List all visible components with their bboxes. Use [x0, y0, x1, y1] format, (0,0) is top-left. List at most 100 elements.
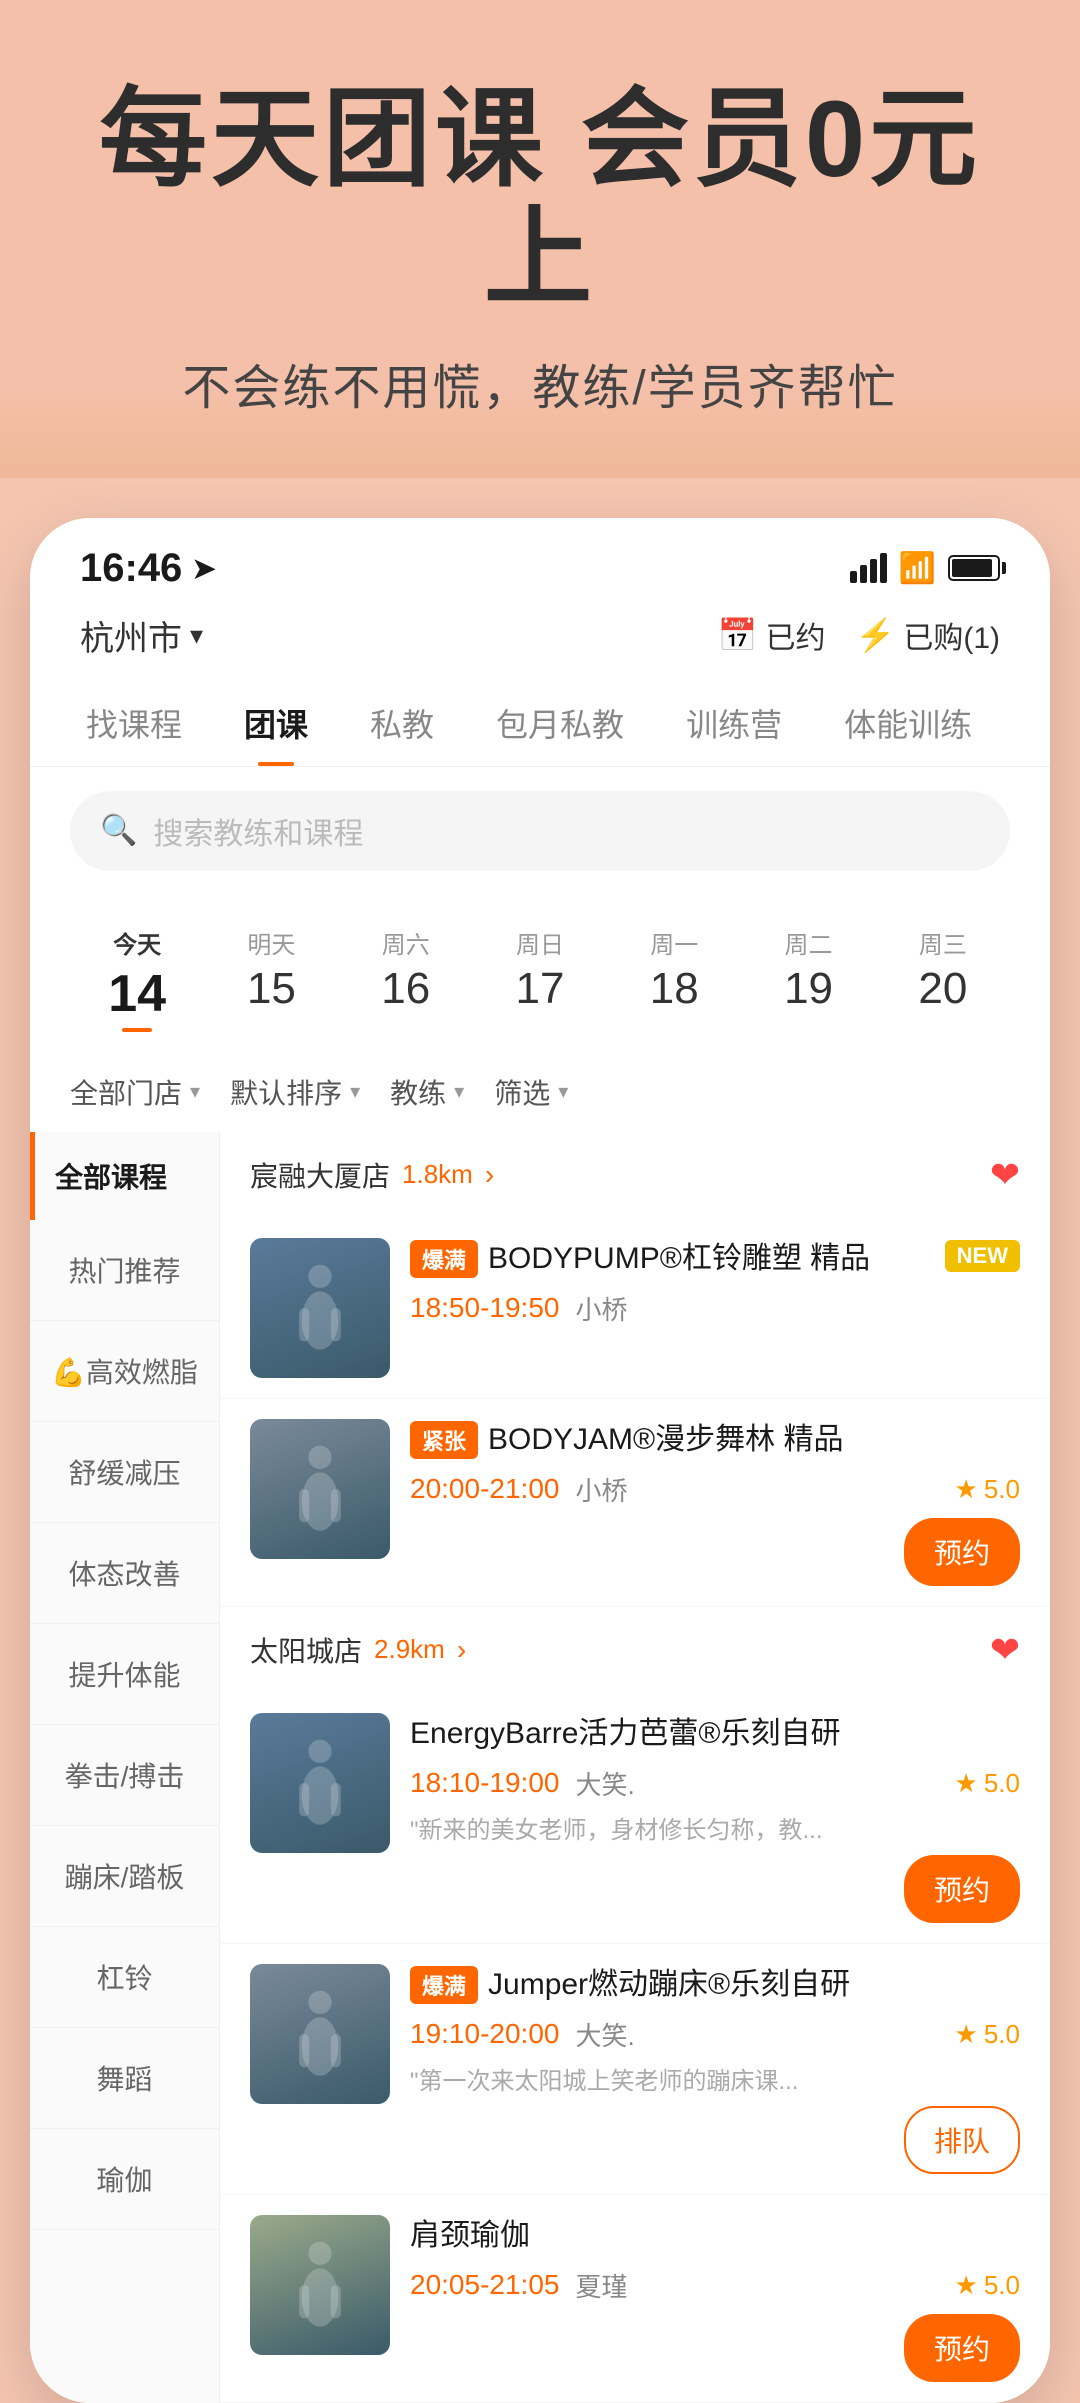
hero-section: 每天团课 会员0元上 不会练不用慌，教练/学员齐帮忙: [0, 0, 1080, 478]
course-coach-1-1: 大笑.: [575, 2016, 634, 2053]
course-rating-1-1: ★5.0: [955, 2019, 1020, 2050]
favorite-icon-1[interactable]: ❤: [990, 1629, 1020, 1671]
calendar-check-icon: 📅: [718, 616, 758, 654]
tab-私教[interactable]: 私教: [344, 680, 460, 766]
store-distance-1: 2.9km: [374, 1634, 445, 1665]
status-icons: 📶: [850, 551, 1000, 586]
filter-1[interactable]: 默认排序 ▾: [230, 1072, 360, 1112]
date-item-18[interactable]: 周一18: [607, 915, 741, 1042]
course-card-0-0: 爆满BODYPUMP®杠铃雕塑 精品NEW 18:50-19:50 小桥: [220, 1218, 1050, 1399]
hero-title: 每天团课 会员0元上: [60, 80, 1020, 318]
course-info-1-0: EnergyBarre活力芭蕾®乐刻自研 18:10-19:00 大笑. ★5.…: [410, 1713, 1020, 1923]
course-action-btn-1-1[interactable]: 排队: [904, 2106, 1020, 2174]
course-coach-0-0: 小桥: [575, 1290, 627, 1327]
course-thumb-1-0: [250, 1713, 390, 1853]
course-name-1-1: Jumper燃动蹦床®乐刻自研: [488, 1964, 850, 2006]
sidebar-item-3[interactable]: 体态改善: [30, 1523, 219, 1624]
course-name-0-0: BODYPUMP®杠铃雕塑 精品: [488, 1238, 870, 1280]
course-badge-0-1: 紧张: [410, 1421, 478, 1459]
tab-团课[interactable]: 团课: [218, 680, 334, 766]
sidebar-item-6[interactable]: 蹦床/踏板: [30, 1826, 219, 1927]
favorite-icon-0[interactable]: ❤: [990, 1154, 1020, 1196]
chevron-down-icon: ▾: [350, 1079, 360, 1104]
sidebar-item-7[interactable]: 杠铃: [30, 1927, 219, 2028]
search-icon: 🔍: [100, 813, 137, 848]
course-card-1-2: 肩颈瑜伽 20:05-21:05 夏瑾 ★5.0预约: [220, 2195, 1050, 2403]
sidebar-item-0[interactable]: 热门推荐: [30, 1220, 219, 1321]
date-item-16[interactable]: 周六16: [339, 915, 473, 1042]
course-time-1-1: 19:10-20:00: [410, 2018, 559, 2050]
course-badge-0-0: 爆满: [410, 1240, 478, 1278]
sidebar-header-label: 全部课程: [55, 1156, 167, 1196]
sidebar-item-4[interactable]: 提升体能: [30, 1624, 219, 1725]
course-card-0-1: 紧张BODYJAM®漫步舞林 精品 20:00-21:00 小桥 ★5.0预约: [220, 1399, 1050, 1607]
course-time-1-2: 20:05-21:05: [410, 2269, 559, 2301]
status-bar: 16:46 ➤ 📶: [30, 518, 1050, 601]
course-coach-0-1: 小桥: [575, 1471, 627, 1508]
course-name-0-1: BODYJAM®漫步舞林 精品: [488, 1419, 843, 1461]
course-thumb-0-1: [250, 1419, 390, 1559]
date-item-15[interactable]: 明天15: [204, 915, 338, 1042]
course-action-btn-1-2[interactable]: 预约: [904, 2314, 1020, 2382]
course-name-1-0: EnergyBarre活力芭蕾®乐刻自研: [410, 1713, 841, 1755]
course-info-0-0: 爆满BODYPUMP®杠铃雕塑 精品NEW 18:50-19:50 小桥: [410, 1238, 1020, 1327]
location-selector[interactable]: 杭州市 ▾: [80, 611, 203, 660]
phone-frame: 16:46 ➤ 📶 杭州市 ▾ 📅 已约: [30, 518, 1050, 2403]
filter-3[interactable]: 筛选▾: [494, 1072, 568, 1112]
star-icon: ★: [955, 2270, 978, 2301]
store-header-1: 太阳城店 2.9km › ❤: [220, 1607, 1050, 1693]
sidebar-item-8[interactable]: 舞蹈: [30, 2028, 219, 2129]
course-card-1-1: 爆满Jumper燃动蹦床®乐刻自研 19:10-20:00 大笑. ★5.0"第…: [220, 1944, 1050, 2195]
store-info-1[interactable]: 太阳城店 2.9km ›: [250, 1630, 466, 1670]
wifi-icon: 📶: [899, 551, 936, 586]
course-name-1-2: 肩颈瑜伽: [410, 2215, 530, 2257]
search-placeholder: 搜索教练和课程: [153, 809, 363, 853]
date-item-20[interactable]: 周三20: [876, 915, 1010, 1042]
course-time-1-0: 18:10-19:00: [410, 1767, 559, 1799]
course-coach-1-0: 大笑.: [575, 1765, 634, 1802]
sidebar-item-2[interactable]: 舒缓减压: [30, 1422, 219, 1523]
filter-label: 默认排序: [230, 1072, 342, 1112]
sidebar-item-1[interactable]: 💪高效燃脂: [30, 1321, 219, 1422]
purchased-button[interactable]: ⚡ 已购(1): [855, 613, 1000, 657]
hero-subtitle: 不会练不用慌，教练/学员齐帮忙: [60, 348, 1020, 418]
filter-2[interactable]: 教练▾: [390, 1072, 464, 1112]
date-item-19[interactable]: 周二19: [741, 915, 875, 1042]
lightning-icon: ⚡: [855, 616, 895, 654]
sidebar: 全部课程 热门推荐💪高效燃脂舒缓减压体态改善提升体能拳击/搏击蹦床/踏板杠铃舞蹈…: [30, 1132, 220, 2403]
tab-包月私教[interactable]: 包月私教: [470, 680, 650, 766]
status-time: 16:46 ➤: [80, 546, 216, 591]
course-action-btn-1-0[interactable]: 预约: [904, 1855, 1020, 1923]
chevron-down-icon: ▾: [558, 1079, 568, 1104]
sidebar-item-9[interactable]: 瑜伽: [30, 2129, 219, 2230]
search-bar[interactable]: 🔍 搜索教练和课程: [70, 791, 1010, 871]
top-nav: 杭州市 ▾ 📅 已约 ⚡ 已购(1): [30, 601, 1050, 680]
course-time-0-0: 18:50-19:50: [410, 1292, 559, 1324]
tab-找课程[interactable]: 找课程: [60, 680, 208, 766]
course-thumb-1-1: [250, 1964, 390, 2104]
course-action-btn-0-1[interactable]: 预约: [904, 1518, 1020, 1586]
store-name-0: 宸融大厦店: [250, 1155, 390, 1195]
sidebar-header: 全部课程: [30, 1132, 219, 1220]
store-arrow-icon: ›: [485, 1159, 494, 1191]
tab-训练营[interactable]: 训练营: [660, 680, 808, 766]
course-coach-1-2: 夏瑾: [575, 2267, 627, 2304]
course-thumb-0-0: [250, 1238, 390, 1378]
course-time-0-1: 20:00-21:00: [410, 1473, 559, 1505]
tab-体能训练[interactable]: 体能训练: [818, 680, 998, 766]
date-item-17[interactable]: 周日17: [473, 915, 607, 1042]
filter-0[interactable]: 全部门店 ▾: [70, 1072, 200, 1112]
sidebar-item-5[interactable]: 拳击/搏击: [30, 1725, 219, 1826]
date-item-14[interactable]: 今天14: [70, 915, 204, 1042]
category-tabs: 找课程团课私教包月私教训练营体能训练: [30, 680, 1050, 767]
main-content: 全部课程 热门推荐💪高效燃脂舒缓减压体态改善提升体能拳击/搏击蹦床/踏板杠铃舞蹈…: [30, 1132, 1050, 2403]
booked-button[interactable]: 📅 已约: [718, 613, 826, 657]
course-list: 宸融大厦店 1.8km › ❤ 爆满BODYPUMP®杠铃雕塑 精品NEW 18…: [220, 1132, 1050, 2403]
filter-label: 全部门店: [70, 1072, 182, 1112]
course-comment-1-0: "新来的美女老师，身材修长匀称，教...: [410, 1810, 1020, 1845]
star-icon: ★: [955, 1768, 978, 1799]
store-info-0[interactable]: 宸融大厦店 1.8km ›: [250, 1155, 494, 1195]
battery-icon: [948, 555, 1000, 581]
chevron-down-icon: ▾: [190, 1079, 200, 1104]
star-icon: ★: [955, 1474, 978, 1505]
